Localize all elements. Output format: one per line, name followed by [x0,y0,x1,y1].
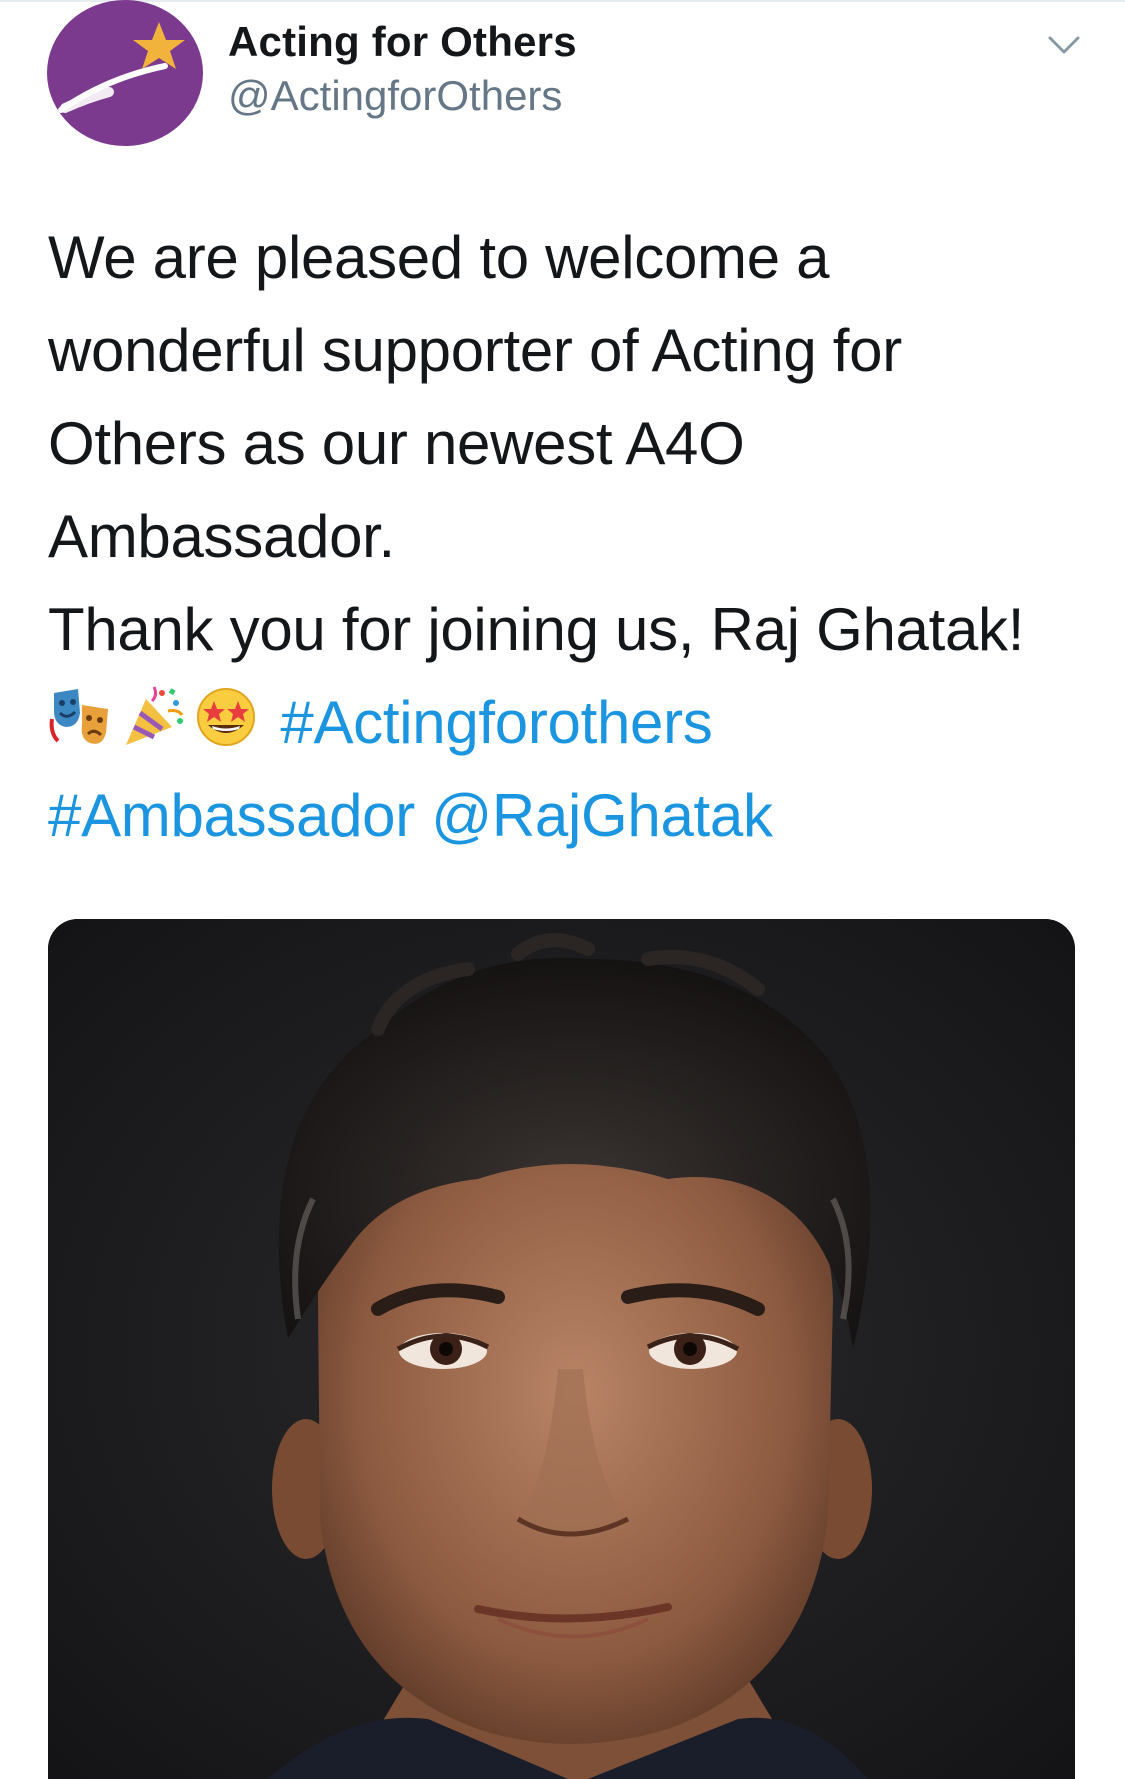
mention-rajghatak-link[interactable]: @RajGhatak [431,782,773,849]
tweet-hashtag-mention-line: #Ambassador @RajGhatak [48,769,1088,862]
author-avatar[interactable] [47,0,203,146]
hashtag-actingforothers-link[interactable]: #Actingforothers [280,689,712,756]
tweet-text-line: We are pleased to welcome a [48,224,830,291]
acting-for-others-logo [47,0,203,146]
performing-arts-icon [48,683,116,749]
tweet-emoji-hashtag-line: #Actingforothers [48,676,1088,769]
star-struck-icon [192,683,260,749]
tweet-text-line: Ambassador. [48,503,395,570]
tweet-text: We are pleased to welcome a wonderful su… [48,211,1088,862]
author-handle[interactable]: @ActingforOthers [228,72,562,120]
chevron-down-icon[interactable] [1044,30,1084,60]
tweet-text-line: Others as our newest A4O [48,410,745,477]
tweet-text-line: Thank you for joining us, Raj Ghatak! [48,596,1025,663]
tweet-text-line: wonderful supporter of Acting for [48,317,902,384]
hashtag-ambassador-link[interactable]: #Ambassador [48,782,415,849]
party-popper-icon [120,683,188,749]
portrait-photo [48,919,1075,1779]
tweet-photo[interactable] [48,919,1075,1779]
top-divider [0,0,1125,2]
author-name[interactable]: Acting for Others [228,18,577,66]
